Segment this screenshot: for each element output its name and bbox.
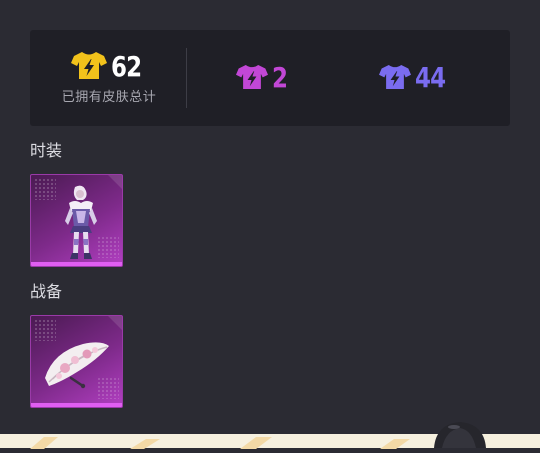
section-title-gear: 战备 xyxy=(30,282,63,301)
gear-item-card[interactable] xyxy=(30,315,123,408)
total-skin-caption: 已拥有皮肤总计 xyxy=(61,90,157,105)
rare-skins-stat: 44 xyxy=(379,61,452,95)
section-title-outfits: 时装 xyxy=(30,141,63,160)
tshirt-bolt-icon xyxy=(70,50,107,84)
tshirt-bolt-icon xyxy=(379,63,411,94)
skin-stats-panel: 62 已拥有皮肤总计 2 44 xyxy=(30,30,510,126)
outfit-figure-icon xyxy=(65,185,97,259)
helmet-icon xyxy=(428,418,492,452)
tshirt-bolt-icon xyxy=(236,63,268,94)
stats-divider xyxy=(186,48,187,108)
rare-skin-count: 44 xyxy=(415,61,446,94)
epic-skins-stat: 2 xyxy=(236,61,290,95)
epic-skin-count: 2 xyxy=(272,61,288,94)
total-skins-stat: 62 已拥有皮肤总计 xyxy=(54,50,164,105)
outfit-item-card[interactable] xyxy=(30,174,123,267)
glider-icon xyxy=(45,342,109,389)
total-skin-count: 62 xyxy=(110,50,142,83)
